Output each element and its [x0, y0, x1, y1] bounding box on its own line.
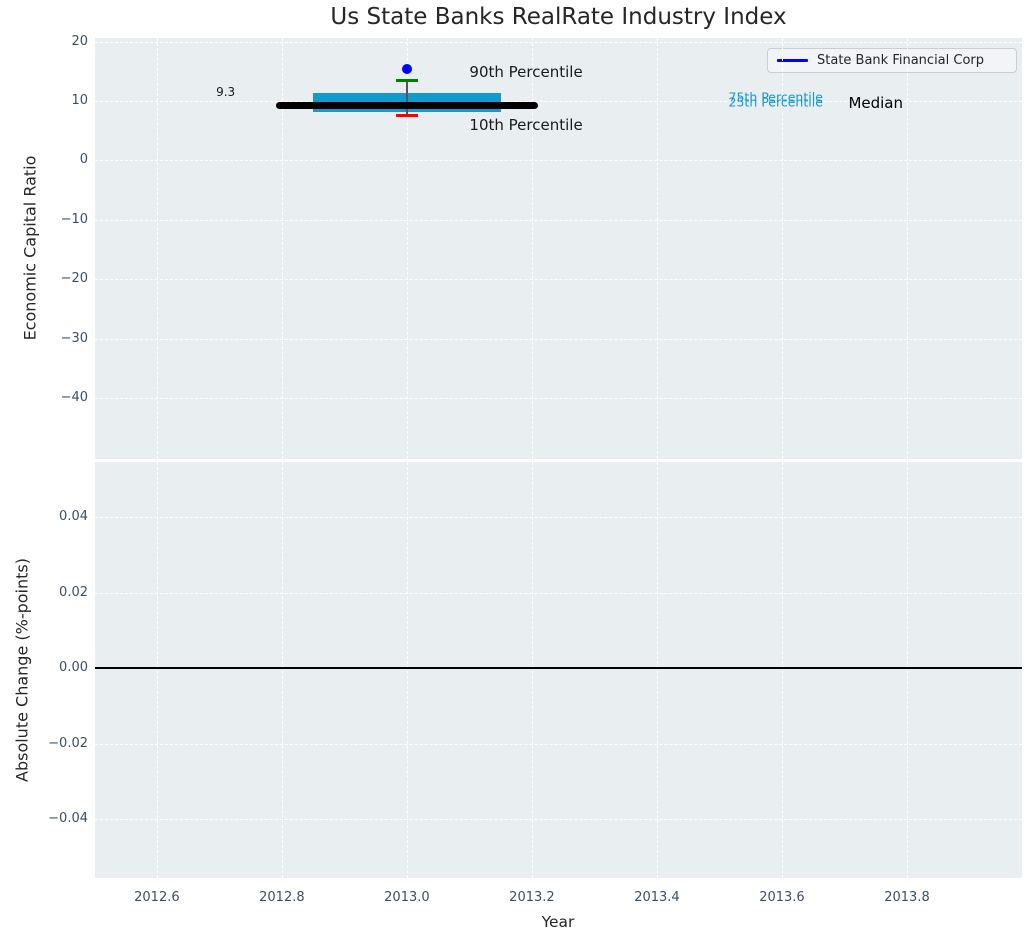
gridline-y [95, 279, 1022, 280]
y-tick-label: −0.04 [40, 811, 88, 827]
gridline-x [282, 462, 283, 878]
annotation-25th-percentile: 25th Percentile [729, 94, 823, 109]
gridline-x [657, 462, 658, 878]
annotation-10th-percentile: 10th Percentile [469, 116, 582, 134]
y-tick-label: 0 [40, 152, 88, 168]
gridline-x [907, 462, 908, 878]
boxplot-median-line [276, 102, 539, 109]
gridline-x [532, 462, 533, 878]
y-tick-label: 0.00 [40, 660, 88, 676]
x-tick-label: 2013.4 [622, 890, 692, 906]
boxplot-cap-10th [396, 114, 418, 117]
gridline-x [407, 462, 408, 878]
annotation-median-label: Median [848, 94, 903, 112]
annotation-90th-percentile: 90th Percentile [469, 63, 582, 81]
gridline-y [95, 42, 1022, 43]
zero-line [95, 667, 1022, 669]
gridline-y [95, 517, 1022, 518]
y-tick-label: −30 [40, 331, 88, 347]
x-tick-label: 2013.8 [872, 890, 942, 906]
y-axis-label-top: Economic Capital Ratio [21, 156, 40, 341]
y-tick-label: 20 [40, 34, 88, 50]
boxplot-cap-90th [396, 79, 418, 82]
y-tick-label: −0.02 [40, 736, 88, 752]
panel-absolute-change [95, 462, 1022, 878]
x-tick-label: 2012.8 [247, 890, 317, 906]
gridline-y [95, 398, 1022, 399]
y-tick-label: 0.04 [40, 509, 88, 525]
x-axis-label: Year [542, 913, 575, 931]
boxplot-whisker-line [406, 80, 408, 116]
chart-title: Us State Banks RealRate Industry Index [95, 4, 1022, 30]
gridline-y [95, 819, 1022, 820]
gridline-x [157, 462, 158, 878]
x-tick-label: 2013.6 [747, 890, 817, 906]
gridline-x [782, 462, 783, 878]
gridline-y [95, 220, 1022, 221]
y-tick-label: −40 [40, 390, 88, 406]
gridline-y [95, 593, 1022, 594]
gridline-y [95, 160, 1022, 161]
y-tick-label: 10 [40, 93, 88, 109]
x-tick-label: 2012.6 [122, 890, 192, 906]
annotation-median-value: 9.3 [216, 85, 235, 99]
y-axis-label-bottom: Absolute Change (%-points) [13, 558, 32, 782]
chart-figure: Us State Banks RealRate Industry Index E… [0, 0, 1034, 942]
y-tick-label: 0.02 [40, 585, 88, 601]
x-tick-label: 2013.0 [372, 890, 442, 906]
company-data-point [402, 64, 412, 74]
legend-label: State Bank Financial Corp [817, 53, 984, 68]
x-tick-label: 2013.2 [497, 890, 567, 906]
y-tick-label: −10 [40, 212, 88, 228]
gridline-y [95, 339, 1022, 340]
legend: State Bank Financial Corp [767, 48, 1017, 73]
y-tick-label: −20 [40, 271, 88, 287]
gridline-y [95, 744, 1022, 745]
